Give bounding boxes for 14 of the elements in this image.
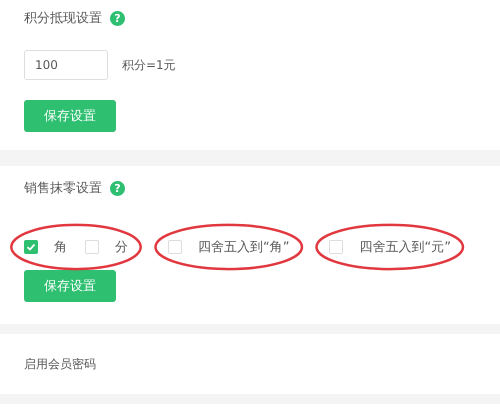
section-title: 积分抵现设置: [24, 10, 102, 27]
unit-label: 积分=1元: [122, 56, 176, 74]
help-icon[interactable]: ?: [110, 10, 125, 26]
option-label: 四舍五入到“角”: [198, 239, 290, 256]
save-button[interactable]: 保存设置: [24, 270, 116, 302]
help-icon[interactable]: ?: [110, 180, 125, 196]
option-label: 角: [54, 239, 67, 256]
section-title: 启用会员密码: [24, 356, 96, 372]
section-title: 销售抹零设置: [24, 180, 102, 197]
checkbox[interactable]: [24, 240, 38, 254]
option-label: 四舍五入到“元”: [359, 239, 451, 256]
save-button[interactable]: 保存设置: [24, 100, 116, 132]
option-label: 分: [115, 239, 128, 256]
points-input[interactable]: 100: [24, 50, 108, 80]
